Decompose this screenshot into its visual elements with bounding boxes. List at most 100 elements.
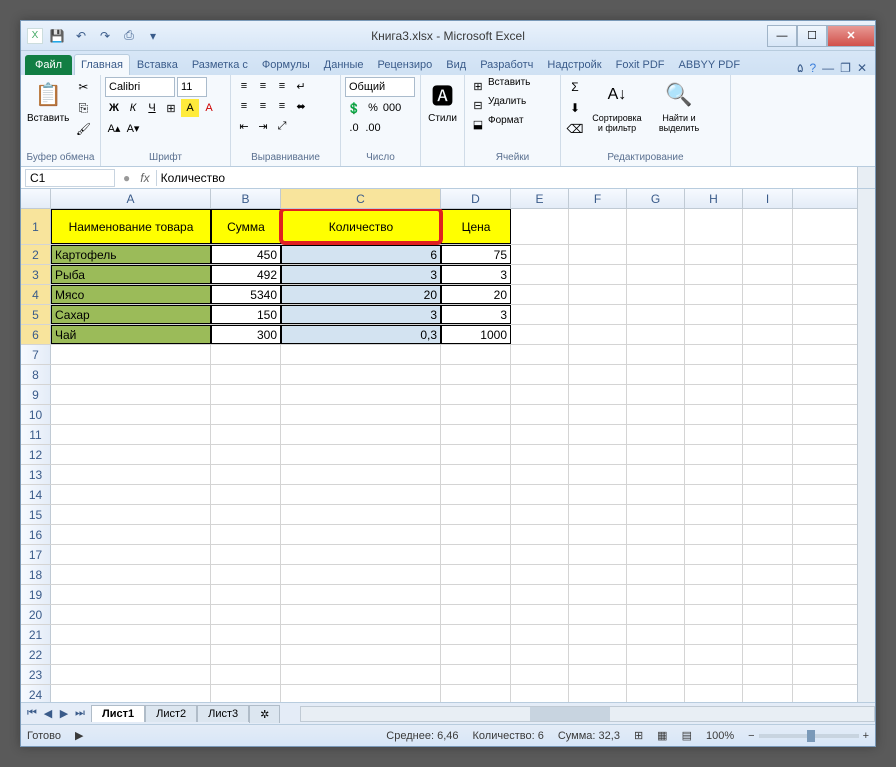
cell[interactable]: [511, 625, 569, 644]
cell[interactable]: [743, 209, 793, 244]
cell[interactable]: Сахар: [51, 305, 211, 324]
cell[interactable]: [743, 405, 793, 424]
cell[interactable]: Количество: [281, 209, 441, 244]
tab-home[interactable]: Главная: [74, 54, 130, 75]
cell[interactable]: [685, 305, 743, 324]
inc-decimal-icon[interactable]: .0: [345, 119, 363, 137]
cell[interactable]: [441, 345, 511, 364]
cell[interactable]: [441, 505, 511, 524]
fill-color-button[interactable]: A: [181, 99, 199, 117]
cell[interactable]: [211, 405, 281, 424]
fill-icon[interactable]: ⬇: [565, 98, 585, 118]
cell[interactable]: [211, 545, 281, 564]
tab-abbyy[interactable]: ABBYY PDF: [672, 54, 748, 75]
cell[interactable]: [569, 645, 627, 664]
cell[interactable]: [685, 565, 743, 584]
cell[interactable]: [627, 209, 685, 244]
cell[interactable]: [51, 405, 211, 424]
cell[interactable]: [627, 525, 685, 544]
zoom-in-button[interactable]: +: [863, 730, 869, 742]
cell[interactable]: [211, 565, 281, 584]
sheet-tab-1[interactable]: Лист1: [91, 705, 145, 722]
qat-redo-icon[interactable]: ↷: [95, 26, 115, 46]
cell[interactable]: Цена: [441, 209, 511, 244]
cell[interactable]: [511, 445, 569, 464]
cell[interactable]: [441, 545, 511, 564]
file-tab[interactable]: Файл: [25, 55, 72, 75]
sheet-nav-next-icon[interactable]: ▶: [57, 707, 71, 720]
align-right-icon[interactable]: ≡: [273, 97, 291, 115]
cell[interactable]: [743, 565, 793, 584]
row-header[interactable]: 2: [21, 245, 51, 264]
row-header[interactable]: 18: [21, 565, 51, 584]
cell[interactable]: 20: [441, 285, 511, 304]
row-header[interactable]: 12: [21, 445, 51, 464]
cell[interactable]: 75: [441, 245, 511, 264]
cell[interactable]: [627, 585, 685, 604]
bold-button[interactable]: Ж: [105, 99, 123, 117]
cell[interactable]: [569, 625, 627, 644]
cell[interactable]: [627, 405, 685, 424]
cell[interactable]: [743, 505, 793, 524]
cell[interactable]: [51, 625, 211, 644]
comma-icon[interactable]: 000: [383, 99, 401, 117]
cell[interactable]: [569, 425, 627, 444]
cell[interactable]: [627, 445, 685, 464]
cell[interactable]: [743, 325, 793, 344]
cell[interactable]: [511, 665, 569, 684]
cell[interactable]: [569, 525, 627, 544]
align-left-icon[interactable]: ≡: [235, 97, 253, 115]
cell[interactable]: [685, 285, 743, 304]
cell[interactable]: [627, 345, 685, 364]
cell[interactable]: [627, 505, 685, 524]
dec-decimal-icon[interactable]: .00: [364, 119, 382, 137]
cell[interactable]: [627, 645, 685, 664]
cell[interactable]: [51, 365, 211, 384]
cell[interactable]: [685, 665, 743, 684]
align-top-icon[interactable]: ≡: [235, 77, 253, 95]
cell[interactable]: [743, 345, 793, 364]
cell[interactable]: [685, 485, 743, 504]
cell[interactable]: [511, 425, 569, 444]
row-header[interactable]: 4: [21, 285, 51, 304]
row-header[interactable]: 1: [21, 209, 51, 244]
cell[interactable]: [51, 425, 211, 444]
cell[interactable]: [441, 385, 511, 404]
tab-view[interactable]: Вид: [439, 54, 473, 75]
row-header[interactable]: 22: [21, 645, 51, 664]
col-header-h[interactable]: H: [685, 189, 743, 208]
cell[interactable]: [511, 685, 569, 702]
row-header[interactable]: 9: [21, 385, 51, 404]
cell[interactable]: [281, 505, 441, 524]
cell[interactable]: [743, 605, 793, 624]
cell[interactable]: [211, 445, 281, 464]
cell[interactable]: [685, 385, 743, 404]
cell[interactable]: [211, 665, 281, 684]
cell[interactable]: [511, 525, 569, 544]
align-center-icon[interactable]: ≡: [254, 97, 272, 115]
cell[interactable]: [627, 665, 685, 684]
font-color-button[interactable]: A: [200, 99, 218, 117]
row-header[interactable]: 14: [21, 485, 51, 504]
zoom-slider[interactable]: [759, 734, 859, 738]
cell[interactable]: [569, 545, 627, 564]
cell[interactable]: [511, 485, 569, 504]
cell[interactable]: [511, 285, 569, 304]
cell[interactable]: [569, 365, 627, 384]
formula-input[interactable]: Количество: [156, 170, 857, 186]
view-break-icon[interactable]: ▤: [682, 729, 692, 742]
sheet-nav-prev-icon[interactable]: ◀: [41, 707, 55, 720]
col-header-c[interactable]: C: [281, 189, 441, 208]
row-header[interactable]: 21: [21, 625, 51, 644]
cell[interactable]: [743, 625, 793, 644]
cell[interactable]: [627, 365, 685, 384]
cell[interactable]: 3: [281, 305, 441, 324]
cells-format-button[interactable]: ⬓Формат: [469, 115, 524, 133]
cell[interactable]: [441, 465, 511, 484]
row-header[interactable]: 20: [21, 605, 51, 624]
cell[interactable]: [569, 465, 627, 484]
cells-insert-button[interactable]: ⊞Вставить: [469, 77, 530, 95]
cell[interactable]: [569, 405, 627, 424]
row-header[interactable]: 16: [21, 525, 51, 544]
cell[interactable]: [569, 245, 627, 264]
